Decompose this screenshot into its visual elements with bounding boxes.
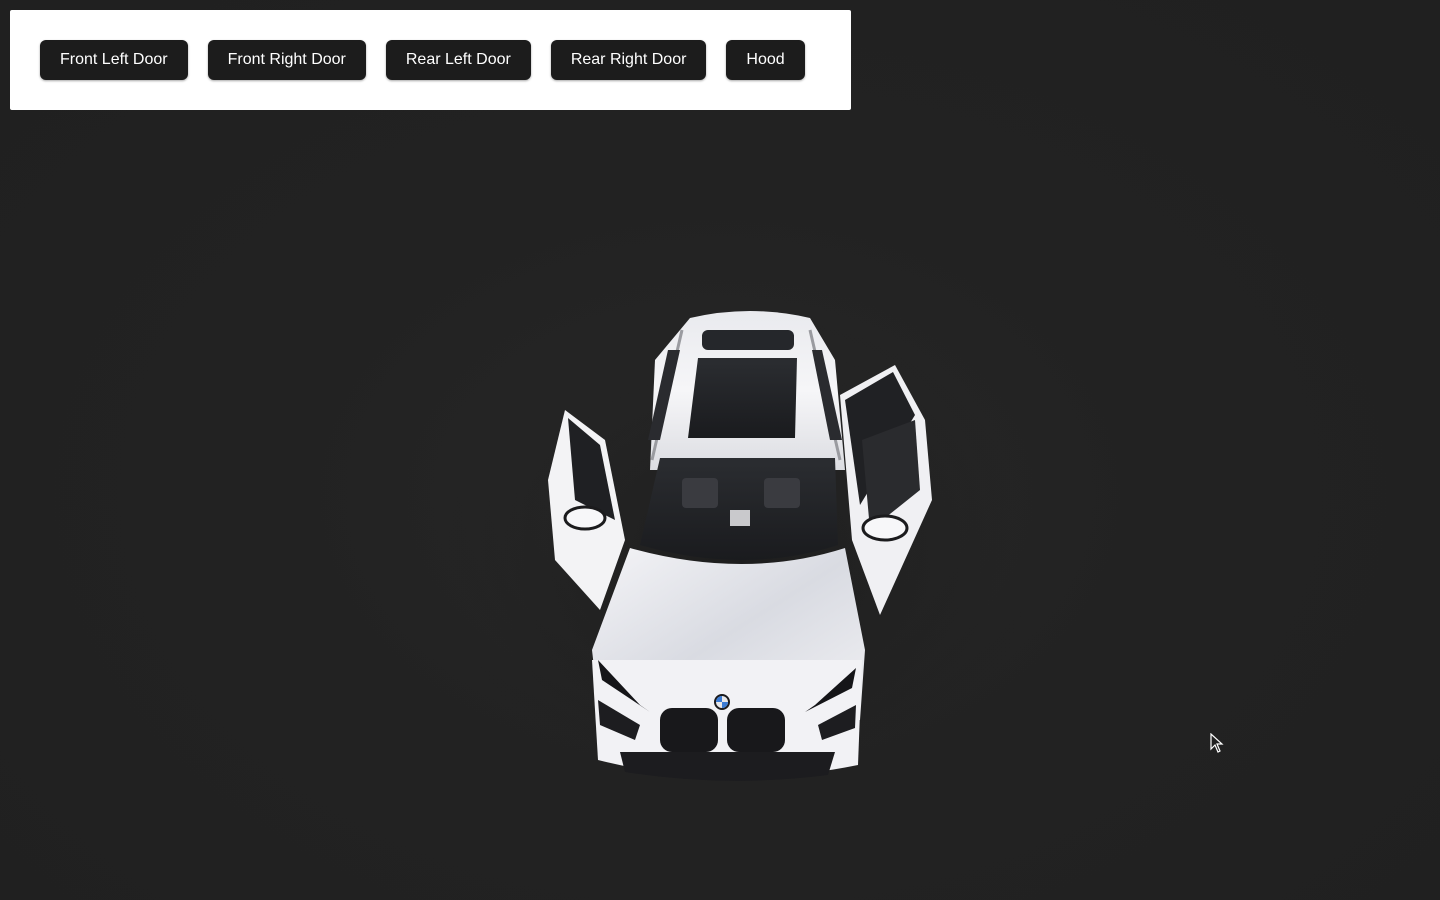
grille-left: [660, 708, 718, 752]
sunroof: [688, 358, 797, 438]
interior-console: [730, 510, 750, 526]
interior-seat-left: [682, 478, 718, 508]
grille-right: [727, 708, 785, 752]
rear-left-door-button[interactable]: Rear Left Door: [385, 40, 531, 80]
hood-button[interactable]: Hood: [726, 40, 805, 80]
right-mirror: [861, 514, 909, 542]
rear-window: [702, 330, 794, 350]
interior-seat-right: [764, 478, 800, 508]
front-left-door-button[interactable]: Front Left Door: [40, 40, 188, 80]
front-right-door-button[interactable]: Front Right Door: [207, 40, 366, 80]
windshield: [640, 458, 838, 560]
left-mirror: [563, 505, 607, 531]
door-control-panel: Front Left Door Front Right Door Rear Le…: [10, 10, 851, 110]
3d-viewer[interactable]: Front Left Door Front Right Door Rear Le…: [0, 0, 1440, 900]
rear-right-door-button[interactable]: Rear Right Door: [550, 40, 707, 80]
car-3d-canvas[interactable]: [0, 0, 1440, 900]
arrow-cursor-icon: [1210, 733, 1224, 753]
